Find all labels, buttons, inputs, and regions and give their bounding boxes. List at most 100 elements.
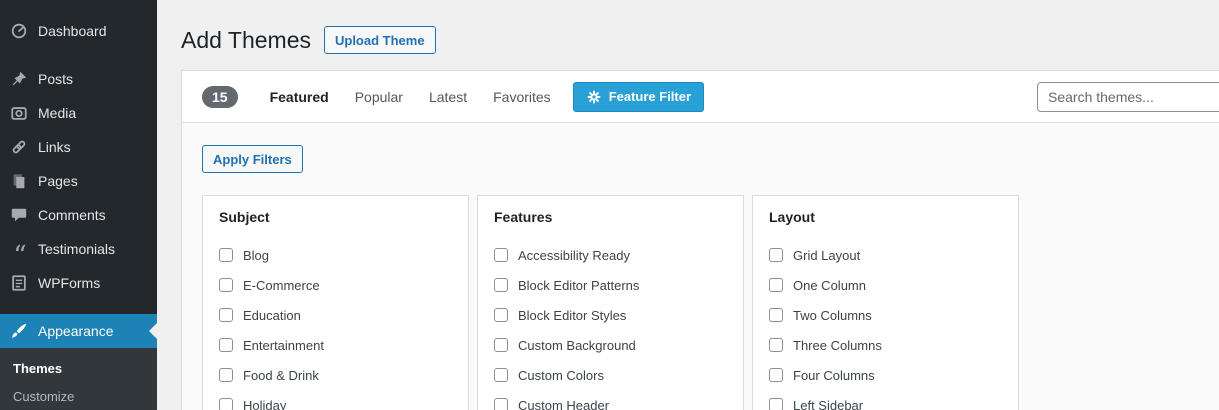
filter-option-entertainment[interactable]: Entertainment (219, 336, 452, 354)
filter-option-block-editor-patterns[interactable]: Block Editor Patterns (494, 276, 727, 294)
filter-option-label: Two Columns (793, 308, 872, 323)
filter-option-label: Grid Layout (793, 248, 860, 263)
filter-option-label: One Column (793, 278, 866, 293)
sidebar-item-appearance[interactable]: Appearance (0, 314, 157, 348)
feature-filter-label: Feature Filter (609, 89, 691, 104)
checkbox[interactable] (494, 368, 508, 382)
sidebar-item-label: Pages (38, 173, 78, 189)
sidebar-item-label: Testimonials (38, 241, 115, 257)
camera-icon (0, 104, 38, 122)
checkbox[interactable] (494, 278, 508, 292)
filter-option-label: Entertainment (243, 338, 324, 353)
filter-option-food-drink[interactable]: Food & Drink (219, 366, 452, 384)
sidebar-item-media[interactable]: Media (0, 96, 157, 130)
filter-option-label: Left Sidebar (793, 398, 863, 410)
tab-favorites[interactable]: Favorites (493, 89, 551, 105)
filter-option-label: Custom Header (518, 398, 609, 410)
filter-option-accessibility-ready[interactable]: Accessibility Ready (494, 246, 727, 264)
submenu-item-themes[interactable]: Themes (0, 355, 157, 383)
filter-bar: 15 Featured Popular Latest Favorites Fea… (182, 71, 1219, 122)
gear-icon (586, 89, 602, 105)
checkbox[interactable] (769, 338, 783, 352)
sidebar-item-links[interactable]: Links (0, 130, 157, 164)
tab-featured[interactable]: Featured (270, 89, 329, 105)
checkbox[interactable] (494, 248, 508, 262)
theme-filter-card: 15 Featured Popular Latest Favorites Fea… (181, 70, 1219, 410)
sidebar-item-comments[interactable]: Comments (0, 198, 157, 232)
dashboard-icon (0, 22, 38, 40)
checkbox[interactable] (769, 278, 783, 292)
filter-option-custom-header[interactable]: Custom Header (494, 396, 727, 410)
checkbox[interactable] (219, 248, 233, 262)
filter-option-label: Food & Drink (243, 368, 319, 383)
filter-option-label: Custom Colors (518, 368, 604, 383)
filter-option-four-columns[interactable]: Four Columns (769, 366, 1002, 384)
filter-option-label: Accessibility Ready (518, 248, 630, 263)
checkbox[interactable] (219, 278, 233, 292)
filter-option-education[interactable]: Education (219, 306, 452, 324)
submenu-item-customize[interactable]: Customize (0, 383, 157, 410)
filter-option-two-columns[interactable]: Two Columns (769, 306, 1002, 324)
checkbox[interactable] (769, 308, 783, 322)
filter-option-left-sidebar[interactable]: Left Sidebar (769, 396, 1002, 410)
checkbox[interactable] (219, 398, 233, 410)
filter-option-grid-layout[interactable]: Grid Layout (769, 246, 1002, 264)
filter-group-features: Features Accessibility Ready Block Edito… (477, 195, 744, 410)
checkbox[interactable] (769, 398, 783, 410)
sidebar-item-label: Comments (38, 207, 106, 223)
sidebar-item-pages[interactable]: Pages (0, 164, 157, 198)
checkbox[interactable] (769, 368, 783, 382)
filter-option-custom-colors[interactable]: Custom Colors (494, 366, 727, 384)
sidebar-item-posts[interactable]: Posts (0, 62, 157, 96)
chain-icon (0, 138, 38, 156)
filter-option-label: Custom Background (518, 338, 636, 353)
feature-filter-drawer: Apply Filters Subject Blog E-Commerce Ed… (182, 122, 1219, 410)
checkbox[interactable] (219, 368, 233, 382)
comment-icon (0, 206, 38, 224)
feature-filter-button[interactable]: Feature Filter (573, 82, 704, 112)
filter-option-holiday[interactable]: Holiday (219, 396, 452, 410)
filter-option-label: Three Columns (793, 338, 882, 353)
filter-tabs: Featured Popular Latest Favorites (270, 89, 551, 105)
filter-group-title: Features (494, 209, 727, 225)
apply-filters-button[interactable]: Apply Filters (202, 145, 303, 173)
filter-group-title: Layout (769, 209, 1002, 225)
paintbrush-icon (0, 322, 38, 340)
checkbox[interactable] (219, 338, 233, 352)
checkbox[interactable] (494, 398, 508, 410)
menu-separator (0, 300, 157, 314)
sidebar-item-wpforms[interactable]: WPForms (0, 266, 157, 300)
sidebar-item-testimonials[interactable]: “ Testimonials (0, 232, 157, 266)
sidebar-item-dashboard[interactable]: Dashboard (0, 14, 157, 48)
checkbox[interactable] (769, 248, 783, 262)
sidebar-item-label: Dashboard (38, 23, 107, 39)
filter-option-ecommerce[interactable]: E-Commerce (219, 276, 452, 294)
filter-option-one-column[interactable]: One Column (769, 276, 1002, 294)
checkbox[interactable] (494, 338, 508, 352)
filter-option-label: Four Columns (793, 368, 875, 383)
filter-group-layout: Layout Grid Layout One Column Two Column… (752, 195, 1019, 410)
checkbox[interactable] (219, 308, 233, 322)
filter-option-label: Holiday (243, 398, 286, 410)
admin-sidebar: Dashboard Posts Media Links Pages (0, 0, 157, 410)
filter-option-label: Education (243, 308, 301, 323)
tab-popular[interactable]: Popular (355, 89, 403, 105)
search-input[interactable] (1037, 82, 1219, 112)
sidebar-item-label: Media (38, 105, 76, 121)
checkbox[interactable] (494, 308, 508, 322)
admin-menu: Dashboard Posts Media Links Pages (0, 0, 157, 348)
pushpin-icon (0, 70, 38, 88)
filter-option-blog[interactable]: Blog (219, 246, 452, 264)
sidebar-item-label: Posts (38, 71, 73, 87)
upload-theme-button[interactable]: Upload Theme (324, 26, 436, 54)
filter-option-block-editor-styles[interactable]: Block Editor Styles (494, 306, 727, 324)
theme-count-badge: 15 (202, 86, 238, 108)
tab-latest[interactable]: Latest (429, 89, 467, 105)
sidebar-item-label: Links (38, 139, 71, 155)
filter-option-label: Block Editor Patterns (518, 278, 639, 293)
main-content: Add Themes Upload Theme 15 Featured Popu… (157, 0, 1219, 410)
filter-option-custom-background[interactable]: Custom Background (494, 336, 727, 354)
quote-icon: “ (0, 244, 38, 254)
filter-option-three-columns[interactable]: Three Columns (769, 336, 1002, 354)
filter-group-title: Subject (219, 209, 452, 225)
